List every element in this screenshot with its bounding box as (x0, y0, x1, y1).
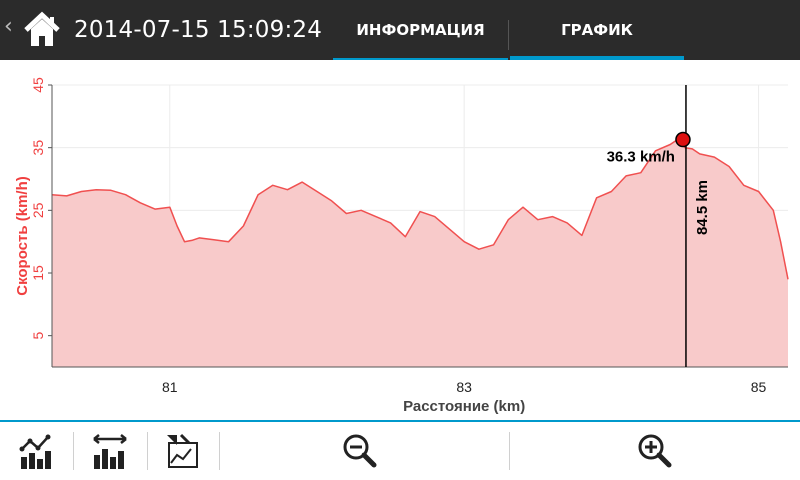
toolbar-separator (219, 432, 220, 470)
line-bar-chart-button[interactable] (12, 428, 62, 474)
series-area-fill (52, 139, 788, 367)
x-tick-label: 83 (456, 379, 472, 395)
y-tick-label: 5 (30, 332, 46, 340)
y-axis-title: Скорость (km/h) (14, 176, 31, 296)
chart-canvas[interactable]: 5 15 25 35 45 81 83 85 Скорость (km/h) Расстояние… (0, 60, 800, 420)
map-chart-button[interactable] (158, 428, 208, 474)
cursor-distance-label: 84.5 km (694, 180, 711, 235)
tab-divider (508, 20, 509, 50)
tab-information[interactable]: ИНФОРМАЦИЯ (333, 0, 508, 60)
range-bar-chart-icon (93, 434, 127, 469)
y-tick-label: 35 (30, 140, 46, 156)
toolbar-separator (73, 432, 74, 470)
toolbar-separator (509, 432, 510, 470)
zoom-in-icon (638, 434, 672, 468)
zoom-out-button[interactable] (330, 428, 390, 474)
top-action-bar: ‹ 2014-07-15 15:09:24 ИНФОРМАЦИЯ ГРАФИК (0, 0, 800, 60)
map-chart-icon (167, 433, 198, 468)
range-bar-chart-button[interactable] (85, 428, 135, 474)
tab-graph[interactable]: ГРАФИК (510, 0, 684, 60)
zoom-in-button[interactable] (625, 428, 685, 474)
speed-distance-chart[interactable]: 5 15 25 35 45 81 83 85 Скорость (km/h) Расстояние… (0, 60, 800, 420)
home-button[interactable] (20, 8, 64, 52)
zoom-out-icon (343, 434, 377, 468)
tab-graph-label: ГРАФИК (561, 21, 633, 39)
y-tick-label: 45 (30, 77, 46, 93)
y-tick-label: 15 (30, 265, 46, 281)
session-datetime-title: 2014-07-15 15:09:24 (74, 17, 323, 43)
bottom-toolbar (0, 422, 800, 480)
tab-information-label: ИНФОРМАЦИЯ (356, 21, 485, 39)
x-tick-label: 81 (162, 379, 178, 395)
cursor-point (675, 131, 691, 148)
x-tick-label: 85 (751, 379, 767, 395)
home-icon (24, 11, 60, 46)
line-bar-chart-icon (19, 434, 51, 469)
chevron-left-icon[interactable]: ‹ (4, 16, 13, 38)
x-axis-title: Расстояние (km) (403, 398, 525, 415)
toolbar-separator (147, 432, 148, 470)
cursor-speed-label: 36.3 km/h (607, 149, 675, 166)
y-tick-label: 25 (30, 202, 46, 218)
